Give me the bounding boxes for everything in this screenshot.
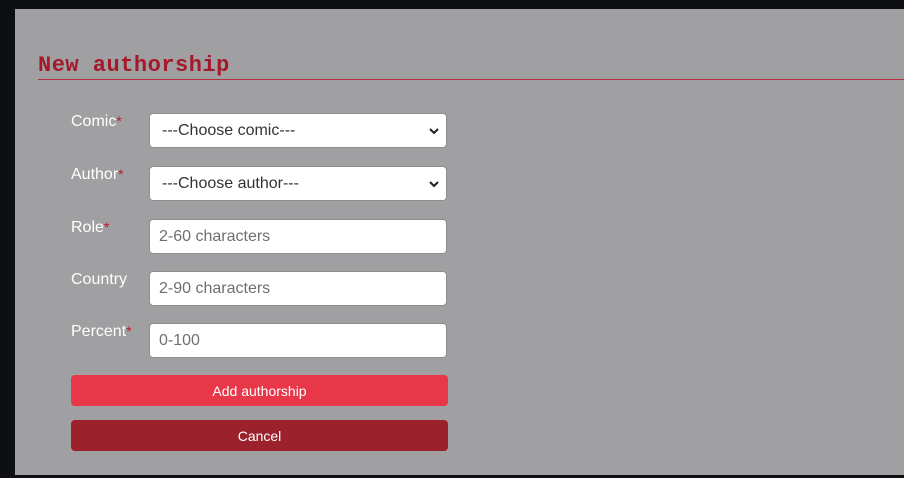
cancel-button[interactable]: Cancel xyxy=(71,420,448,451)
percent-input[interactable] xyxy=(149,323,447,358)
chevron-down-icon xyxy=(429,180,439,187)
country-row: Country xyxy=(71,271,449,311)
comic-label: Comic* xyxy=(71,113,122,130)
page-title: New authorship xyxy=(38,53,230,78)
comic-select-value: ---Choose comic--- xyxy=(162,121,296,139)
author-row: Author* ---Choose author--- xyxy=(71,166,449,206)
required-mark: * xyxy=(118,166,124,182)
title-divider xyxy=(38,79,904,80)
chevron-down-icon xyxy=(429,127,439,134)
role-row: Role* xyxy=(71,219,449,259)
percent-row: Percent* xyxy=(71,323,449,363)
country-label: Country xyxy=(71,271,128,288)
comic-row: Comic* ---Choose comic--- xyxy=(71,113,449,153)
percent-label: Percent* xyxy=(71,323,132,340)
author-select-value: ---Choose author--- xyxy=(162,174,299,192)
form-panel: New authorship Comic* ---Choose comic---… xyxy=(15,9,904,475)
country-input[interactable] xyxy=(149,271,447,306)
add-authorship-button[interactable]: Add authorship xyxy=(71,375,448,406)
author-label: Author* xyxy=(71,166,124,183)
role-label: Role* xyxy=(71,219,110,236)
role-input[interactable] xyxy=(149,219,447,254)
comic-select[interactable]: ---Choose comic--- xyxy=(149,113,447,148)
required-mark: * xyxy=(116,113,122,129)
required-mark: * xyxy=(103,219,110,235)
required-mark: * xyxy=(126,323,132,339)
author-select[interactable]: ---Choose author--- xyxy=(149,166,447,201)
